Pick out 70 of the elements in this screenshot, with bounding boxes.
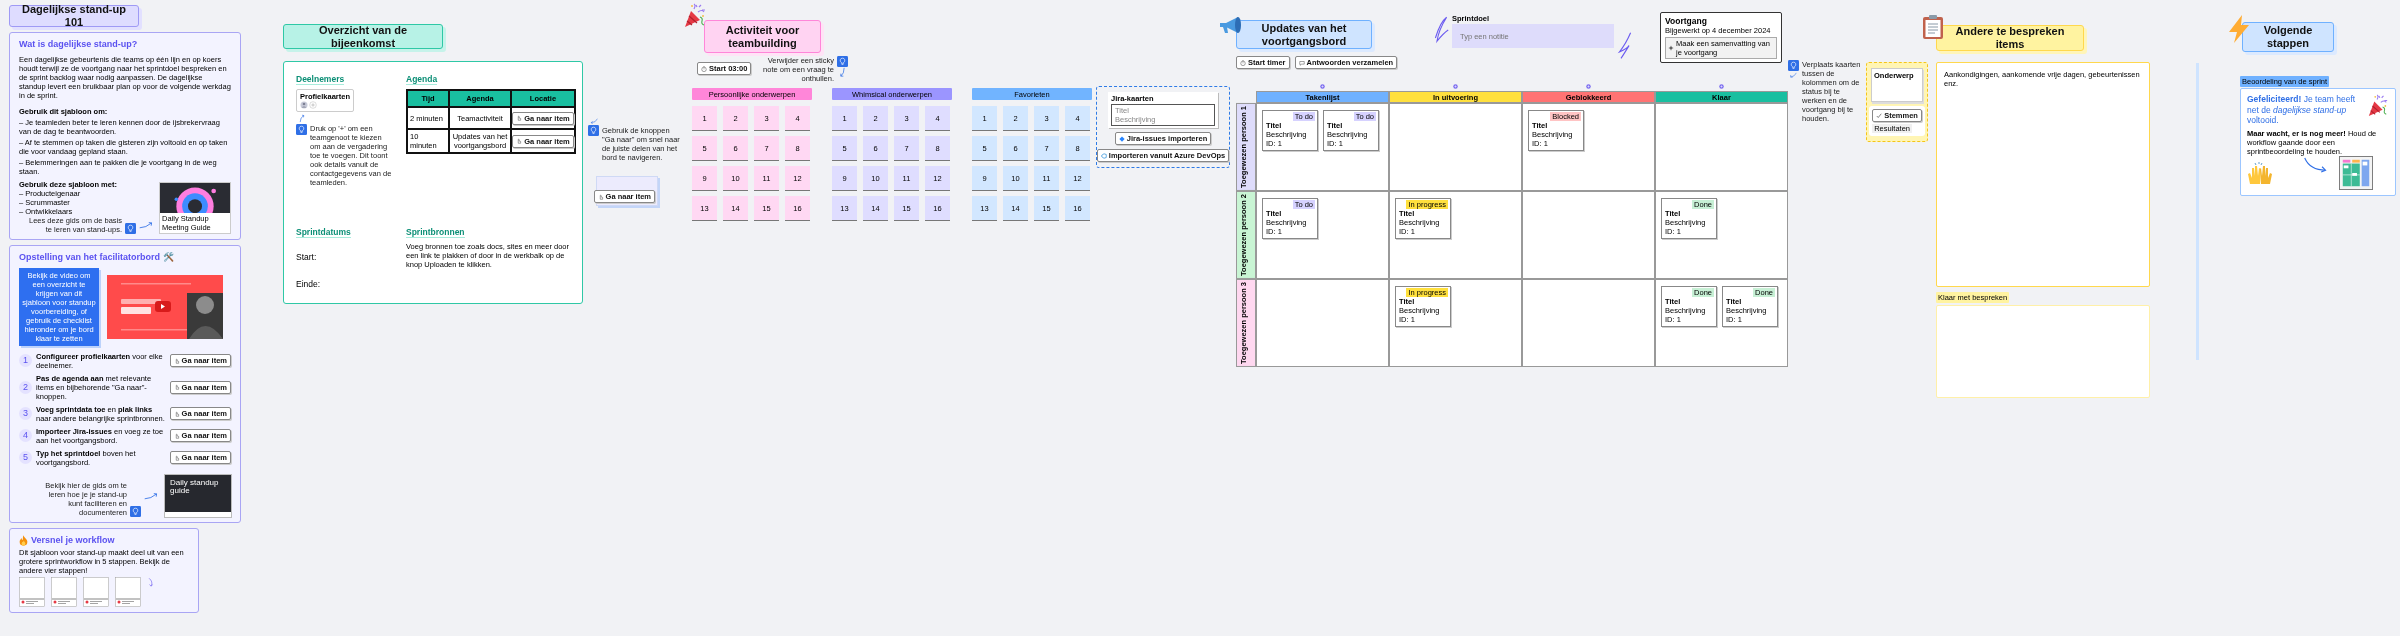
section-heading: Sprintbronnen (406, 227, 465, 239)
chat-icon (1298, 59, 1305, 66)
date-label: Start: (296, 252, 317, 263)
section-heading: Sprintdatums (296, 227, 351, 239)
pointer-icon (173, 410, 180, 417)
lightbulb-icon (125, 222, 136, 234)
congrats-text: Gefeliciteerd! Je team heeft net de dagelijkse stand-up voltooid. (2247, 94, 2357, 126)
pointer-icon (516, 115, 523, 122)
step-number: 1 (19, 354, 32, 368)
pointer-icon (173, 384, 180, 391)
section-heading: Deelnemers (296, 74, 345, 86)
lightbulb-icon (1788, 60, 1799, 71)
squiggle-drawing (1432, 14, 1450, 46)
thumbnail-drawing (51, 576, 77, 607)
check-icon (1876, 112, 1883, 119)
diamond-icon (1118, 135, 1125, 142)
section-title: Andere te bespreken items (1936, 25, 2084, 51)
pointer-icon (516, 138, 523, 145)
arrow-icon (144, 491, 158, 500)
arrow-icon (1790, 72, 1797, 78)
clapping-hands-icon (2247, 161, 2273, 186)
arrow-icon (147, 576, 154, 588)
party-popper-icon (683, 3, 707, 29)
add-column-icon (1320, 84, 1325, 89)
section-title: Volgende stappen (2242, 22, 2334, 52)
pointer-icon (173, 357, 180, 364)
section-title: Updates van het voortgangsbord (1236, 20, 1372, 49)
lightbulb-icon (296, 124, 307, 136)
party-popper-icon (2367, 94, 2389, 118)
guide-preview[interactable]: Daily standup guide (165, 474, 231, 517)
thumbnail-drawing (19, 576, 45, 607)
arrow-icon (2303, 155, 2329, 174)
lightbulb-icon (837, 56, 848, 67)
pointer-icon (173, 432, 180, 439)
lightbulb-icon (588, 125, 599, 136)
step-number: 3 (19, 407, 32, 421)
section-heading: Agenda (406, 74, 438, 86)
lightbulb-icon (130, 505, 141, 517)
step-number: 4 (19, 429, 32, 443)
date-label: Einde: (296, 278, 321, 289)
add-column-icon (1719, 84, 1724, 89)
cloud-icon (1100, 152, 1107, 159)
arrow-icon (298, 114, 305, 124)
card-heading: Versnel je workflow (31, 534, 115, 546)
avatar-add-icon (300, 101, 320, 110)
add-column-icon (1453, 84, 1458, 89)
sparkle-icon (1668, 45, 1674, 52)
step-number: 5 (19, 451, 32, 465)
arrow-icon (840, 67, 845, 77)
card-title: Voortgang (1665, 16, 1708, 27)
lightning-icon (2229, 15, 2249, 43)
thumbnail-drawing (115, 576, 141, 607)
section-title: Activiteit voor teambuilding (704, 20, 821, 53)
card-heading: Opstelling van het facilitatorbord 🛠 (19, 251, 175, 263)
step-number: 2 (19, 380, 32, 394)
clipboard-icon (1922, 14, 1944, 40)
arrow-icon (589, 118, 598, 124)
add-column-icon (1586, 84, 1591, 89)
board-thumbnail-drawing (2339, 155, 2373, 190)
thumbnail-drawing (83, 576, 109, 607)
pointer-icon (173, 454, 180, 461)
section-title: Overzicht van de bijeenkomst (283, 24, 443, 49)
arrow-icon (139, 220, 153, 229)
pointer-icon (597, 193, 604, 200)
timer-icon (1240, 59, 1246, 66)
guide-title: Daily standup guide (170, 478, 220, 497)
section-title: Dagelijkse stand-up 101 (9, 5, 139, 27)
timer-icon (701, 65, 707, 72)
fire-icon (19, 534, 28, 546)
card-heading: Wat is dagelijkse stand-up? (19, 39, 139, 50)
